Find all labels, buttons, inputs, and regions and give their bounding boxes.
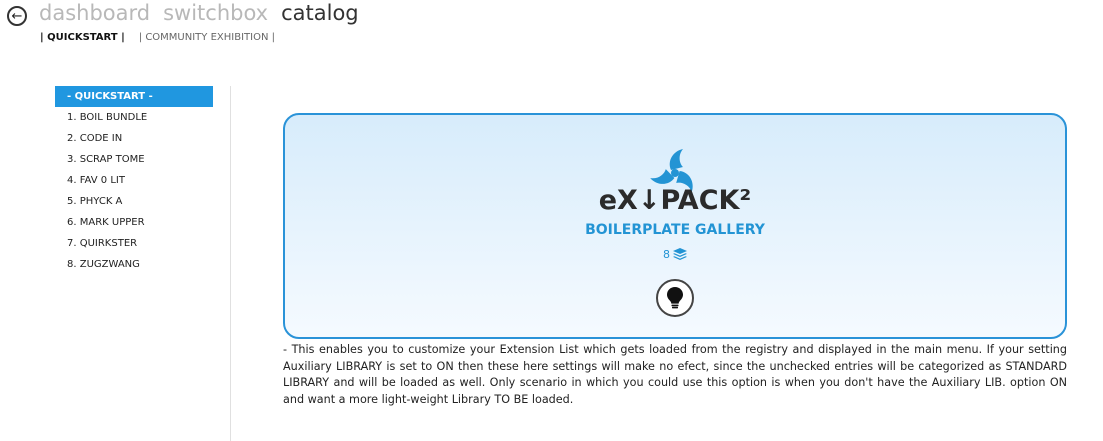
sub-nav: | QUICKSTART | | COMMUNITY EXHIBITION | bbox=[40, 32, 275, 43]
sidebar-item-fav-0-lit[interactable]: 4. FAV 0 LIT bbox=[55, 170, 213, 191]
gallery-card: eX↓PACK² BOILERPLATE GALLERY 8 bbox=[283, 113, 1067, 339]
lightbulb-button[interactable] bbox=[656, 279, 694, 317]
nav-dashboard[interactable]: dashboard bbox=[39, 1, 150, 25]
back-button[interactable]: ← bbox=[7, 6, 27, 26]
top-nav: dashboard switchbox catalog bbox=[39, 1, 359, 25]
sidebar-item-quirkster[interactable]: 7. QUIRKSTER bbox=[55, 233, 213, 254]
sidebar-item-phyck-a[interactable]: 5. PHYCK A bbox=[55, 191, 213, 212]
subnav-community-exhibition[interactable]: | COMMUNITY EXHIBITION | bbox=[139, 32, 275, 43]
sidebar-item-quickstart[interactable]: - QUICKSTART - bbox=[55, 86, 213, 107]
gallery-count-value: 8 bbox=[663, 248, 670, 261]
sidebar-item-zugzwang[interactable]: 8. ZUGZWANG bbox=[55, 254, 213, 275]
lightbulb-icon bbox=[667, 287, 683, 309]
nav-catalog[interactable]: catalog bbox=[281, 1, 359, 25]
sidebar-item-scrap-tome[interactable]: 3. SCRAP TOME bbox=[55, 149, 213, 170]
nav-switchbox[interactable]: switchbox bbox=[163, 1, 268, 25]
logo-wordmark: eX↓PACK² bbox=[598, 185, 752, 216]
subnav-quickstart[interactable]: | QUICKSTART | bbox=[40, 32, 125, 43]
gallery-count: 8 bbox=[285, 248, 1065, 261]
gallery-title: BOILERPLATE GALLERY bbox=[585, 222, 765, 238]
description-text: - This enables you to customize your Ext… bbox=[283, 343, 1067, 406]
arrow-left-icon: ← bbox=[11, 8, 23, 24]
sidebar-item-boil-bundle[interactable]: 1. BOIL BUNDLE bbox=[55, 107, 213, 128]
sidebar-item-mark-upper[interactable]: 6. MARK UPPER bbox=[55, 212, 213, 233]
sidebar: - QUICKSTART - 1. BOIL BUNDLE 2. CODE IN… bbox=[55, 86, 231, 441]
layers-icon bbox=[673, 248, 687, 260]
sidebar-item-code-in[interactable]: 2. CODE IN bbox=[55, 128, 213, 149]
